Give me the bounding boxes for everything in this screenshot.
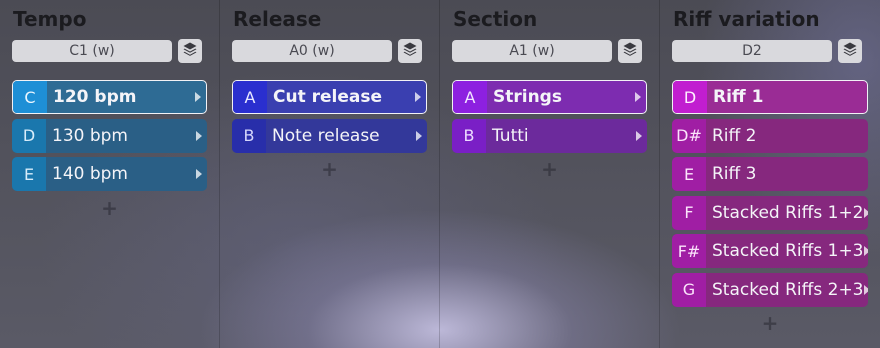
item-label: Note release xyxy=(272,125,380,146)
keyswitch-key: C xyxy=(13,81,47,113)
keyswitch-key: D# xyxy=(672,118,706,153)
list-item[interactable]: B Note release xyxy=(232,118,427,153)
item-label: 120 bpm xyxy=(53,87,137,107)
list-item[interactable]: E Riff 3 xyxy=(672,157,868,191)
item-label: Stacked Riffs 2+3 xyxy=(712,279,864,300)
chevron-right-icon[interactable] xyxy=(415,92,421,102)
keyswitch-selector[interactable]: A1 (w) xyxy=(452,40,612,62)
column-title: Tempo xyxy=(13,7,87,31)
column-title: Release xyxy=(233,7,322,31)
keyswitch-key: A xyxy=(233,81,267,113)
keyswitch-key: E xyxy=(12,157,46,191)
item-label: Stacked Riffs 1+2 xyxy=(712,202,864,223)
item-label: Strings xyxy=(493,87,562,107)
keyswitch-key: G xyxy=(672,272,706,307)
chevron-right-icon[interactable] xyxy=(863,207,868,218)
item-label: 130 bpm xyxy=(52,125,128,146)
keyswitch-key: F# xyxy=(672,234,706,268)
item-label: Stacked Riffs 1+3 xyxy=(712,241,864,261)
column-tempo: Tempo C1 (w) C 120 bpm D 130 bpm E 140 b… xyxy=(0,0,220,348)
layers-icon xyxy=(182,41,198,61)
column-title: Riff variation xyxy=(673,7,820,31)
selector-row: D2 xyxy=(672,39,868,63)
list-item[interactable]: F# Stacked Riffs 1+3 xyxy=(672,234,868,268)
selector-row: A1 (w) xyxy=(452,39,647,63)
articulation-columns: Tempo C1 (w) C 120 bpm D 130 bpm E 140 b… xyxy=(0,0,880,348)
articulation-list: A Cut release B Note release xyxy=(232,80,427,153)
keyswitch-key: B xyxy=(452,118,486,153)
keyswitch-selector[interactable]: D2 xyxy=(672,40,832,62)
chevron-right-icon[interactable] xyxy=(196,130,202,141)
add-item-button[interactable]: + xyxy=(12,196,207,220)
column-release: Release A0 (w) A Cut release B Note rele… xyxy=(220,0,440,348)
selector-row: C1 (w) xyxy=(12,39,207,63)
list-item[interactable]: D# Riff 2 xyxy=(672,118,868,153)
chevron-right-icon[interactable] xyxy=(636,130,642,141)
column-riff-variation: Riff variation D2 D Riff 1 D# Riff 2 E R… xyxy=(660,0,880,348)
list-item[interactable]: A Cut release xyxy=(232,80,427,114)
chevron-right-icon[interactable] xyxy=(195,92,201,102)
layers-icon xyxy=(842,41,858,61)
layers-icon xyxy=(402,41,418,61)
list-item[interactable]: A Strings xyxy=(452,80,647,114)
chevron-right-icon[interactable] xyxy=(863,246,868,256)
chevron-right-icon[interactable] xyxy=(863,284,868,295)
keyswitch-key: D xyxy=(12,118,46,153)
column-section: Section A1 (w) A Strings B Tutti + xyxy=(440,0,660,348)
chevron-right-icon[interactable] xyxy=(416,130,422,141)
list-item[interactable]: D 130 bpm xyxy=(12,118,207,153)
item-label: Tutti xyxy=(492,125,529,146)
keyswitch-key: F xyxy=(672,195,706,230)
articulation-list: D Riff 1 D# Riff 2 E Riff 3 F Stacked Ri… xyxy=(672,80,868,307)
item-label: Cut release xyxy=(273,87,383,107)
chevron-right-icon[interactable] xyxy=(196,169,202,179)
item-label: 140 bpm xyxy=(52,164,128,184)
list-item[interactable]: C 120 bpm xyxy=(12,80,207,114)
keyswitch-selector[interactable]: C1 (w) xyxy=(12,40,172,62)
list-item[interactable]: G Stacked Riffs 2+3 xyxy=(672,272,868,307)
list-item[interactable]: B Tutti xyxy=(452,118,647,153)
add-item-button[interactable]: + xyxy=(232,157,427,181)
keyswitch-selector[interactable]: A0 (w) xyxy=(232,40,392,62)
keyswitch-key: D xyxy=(673,81,707,113)
layers-button[interactable] xyxy=(618,39,642,63)
articulation-list: C 120 bpm D 130 bpm E 140 bpm xyxy=(12,80,207,191)
keyswitch-key: B xyxy=(232,118,266,153)
layers-button[interactable] xyxy=(178,39,202,63)
list-item[interactable]: F Stacked Riffs 1+2 xyxy=(672,195,868,230)
layers-button[interactable] xyxy=(398,39,422,63)
selector-row: A0 (w) xyxy=(232,39,427,63)
layers-icon xyxy=(622,41,638,61)
item-label: Riff 3 xyxy=(712,164,757,184)
add-item-button[interactable]: + xyxy=(452,157,647,181)
keyswitch-key: E xyxy=(672,157,706,191)
list-item[interactable]: E 140 bpm xyxy=(12,157,207,191)
list-item[interactable]: D Riff 1 xyxy=(672,80,868,114)
articulation-list: A Strings B Tutti xyxy=(452,80,647,153)
item-label: Riff 1 xyxy=(713,87,764,107)
layers-button[interactable] xyxy=(838,39,862,63)
chevron-right-icon[interactable] xyxy=(635,92,641,102)
add-item-button[interactable]: + xyxy=(672,311,868,335)
item-label: Riff 2 xyxy=(712,125,757,146)
column-title: Section xyxy=(453,7,538,31)
keyswitch-key: A xyxy=(453,81,487,113)
